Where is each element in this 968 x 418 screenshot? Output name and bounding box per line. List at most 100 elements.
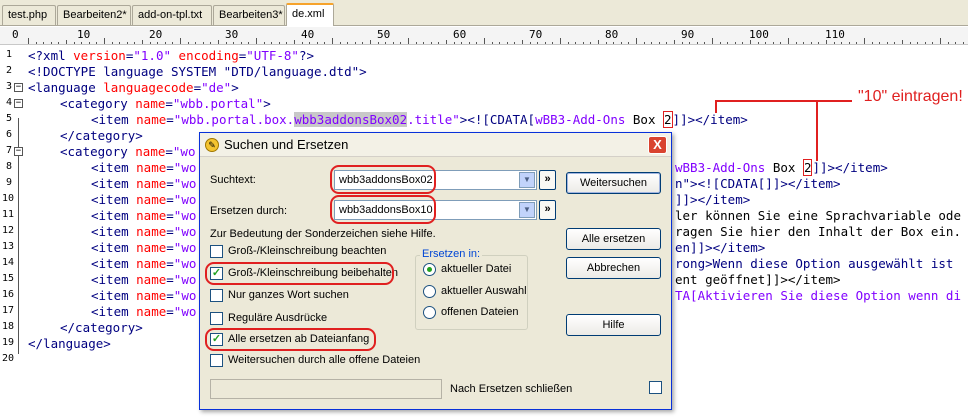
ruler-tick — [871, 42, 873, 44]
ruler-tick — [400, 42, 402, 44]
weitersuchen-button[interactable]: Weitersuchen — [566, 172, 661, 194]
ruler-tick — [354, 42, 356, 44]
ruler-tick — [461, 42, 463, 44]
ruler-tick — [962, 42, 964, 44]
code-token: name — [136, 224, 167, 239]
ruler-tick — [795, 42, 797, 44]
option-label[interactable]: Reguläre Ausdrücke — [228, 312, 327, 324]
tab-test-php[interactable]: test.php — [2, 5, 56, 25]
ruler-tick — [712, 38, 713, 44]
column-ruler: 0 10 20 30 40 50 60 70 80 90 100 110 — [0, 27, 968, 45]
code-token: "wo — [173, 208, 197, 223]
ruler-tick — [522, 40, 523, 44]
fold-toggle-icon[interactable]: − — [14, 147, 23, 156]
tab-add-on-tpl[interactable]: add-on-tpl.txt — [132, 5, 212, 25]
scope-radio[interactable] — [423, 285, 436, 298]
ruler-tick — [28, 38, 29, 44]
ruler-tick — [924, 42, 926, 44]
ruler-tick — [88, 42, 90, 44]
code-token: name — [136, 160, 167, 175]
ruler-tick — [864, 38, 865, 44]
tab-bearbeiten2[interactable]: Bearbeiten2* — [57, 5, 131, 25]
dialog-titlebar[interactable]: ✎ Suchen und Ersetzen X — [200, 133, 671, 157]
ruler-label: 100 — [749, 28, 769, 41]
option-label[interactable]: Weitersuchen durch alle offene Dateien — [228, 354, 420, 366]
ruler-tick — [598, 40, 599, 44]
ruler-tick — [339, 42, 341, 44]
scope-label[interactable]: offenen Dateien — [441, 306, 518, 318]
close-button[interactable]: X — [648, 136, 667, 154]
line-number: 19 — [2, 337, 15, 348]
option-label[interactable]: Groß-/Kleinschreibung beachten — [228, 245, 386, 257]
code-token: ler können Sie eine Sprachvariable ode — [675, 208, 961, 223]
ruler-tick — [886, 42, 888, 44]
ruler-tick — [772, 42, 774, 44]
ruler-tick — [81, 42, 83, 44]
ruler-tick — [940, 38, 941, 44]
abbrechen-button[interactable]: Abbrechen — [566, 257, 661, 279]
code-token: = — [166, 256, 174, 271]
ruler-tick — [225, 42, 227, 44]
ruler-tick — [119, 42, 121, 44]
code-token: encoding — [171, 48, 239, 63]
ruler-label: 20 — [149, 28, 163, 41]
ruler-tick — [446, 40, 447, 44]
code-token: ent geöffnet]]></item> — [675, 272, 841, 287]
status-field — [210, 379, 442, 399]
ruler-tick — [909, 42, 911, 44]
ruler-tick — [894, 42, 896, 44]
scope-label[interactable]: aktueller Datei — [441, 263, 511, 275]
scope-radio[interactable] — [423, 263, 436, 276]
ruler-tick — [233, 42, 235, 44]
code-token: "1.0" — [133, 48, 172, 63]
ruler-tick — [187, 42, 189, 44]
ruler-tick — [879, 42, 881, 44]
close-after-label[interactable]: Nach Ersetzen schließen — [450, 383, 572, 395]
hilfe-button[interactable]: Hilfe — [566, 314, 661, 336]
ruler-label: 30 — [225, 28, 239, 41]
code-line: 5 <item name="wbb.portal.box.wbb3addonsB… — [0, 111, 968, 128]
option-checkbox[interactable] — [210, 354, 223, 367]
ruler-tick — [620, 42, 622, 44]
line-number: 7 — [5, 145, 12, 156]
ruler-tick — [43, 42, 45, 44]
option-checkbox[interactable] — [210, 312, 223, 325]
code-token: "wo — [173, 256, 197, 271]
suchtext-special-button[interactable]: » — [539, 170, 556, 190]
scope-label[interactable]: aktueller Auswahl — [441, 285, 527, 297]
code-token: <item — [91, 304, 137, 319]
ruler-tick — [370, 40, 371, 44]
code-token: > — [231, 80, 239, 95]
ersetzen-special-button[interactable]: » — [539, 200, 556, 220]
ruler-tick — [681, 42, 683, 44]
code-token: </language> — [28, 336, 111, 351]
chevron-down-icon[interactable]: ▼ — [519, 202, 535, 218]
fold-toggle-icon[interactable]: − — [14, 99, 23, 108]
fold-toggle-icon[interactable]: − — [14, 83, 23, 92]
scope-radio[interactable] — [423, 306, 436, 319]
option-checkbox[interactable] — [210, 289, 223, 302]
code-token: "UTF-8" — [246, 48, 299, 63]
line-number: 15 — [2, 273, 15, 284]
ruler-tick — [58, 42, 60, 44]
ruler-tick — [902, 40, 903, 44]
code-token: "wo — [173, 224, 197, 239]
find-replace-dialog: ✎ Suchen und Ersetzen X Suchtext: wbb3ad… — [199, 132, 672, 410]
close-after-checkbox[interactable] — [649, 381, 662, 394]
option-label[interactable]: Nur ganzes Wort suchen — [228, 289, 349, 301]
line-number: 4 — [5, 97, 12, 108]
ruler-tick — [727, 42, 729, 44]
ruler-tick — [643, 42, 645, 44]
chevron-down-icon[interactable]: ▼ — [519, 172, 535, 188]
highlight-oval — [205, 262, 394, 285]
tab-de-xml[interactable]: de.xml — [286, 3, 334, 26]
tab-bearbeiten3[interactable]: Bearbeiten3* — [213, 5, 285, 25]
code-token: ]]></item> — [672, 112, 748, 127]
code-token: <item — [91, 288, 137, 303]
alle-ersetzen-button[interactable]: Alle ersetzen — [566, 228, 661, 250]
code-token: <item — [91, 224, 137, 239]
dialog-title: Suchen und Ersetzen — [224, 137, 349, 152]
ruler-tick — [453, 42, 455, 44]
ruler-tick — [172, 42, 174, 44]
option-checkbox[interactable] — [210, 245, 223, 258]
